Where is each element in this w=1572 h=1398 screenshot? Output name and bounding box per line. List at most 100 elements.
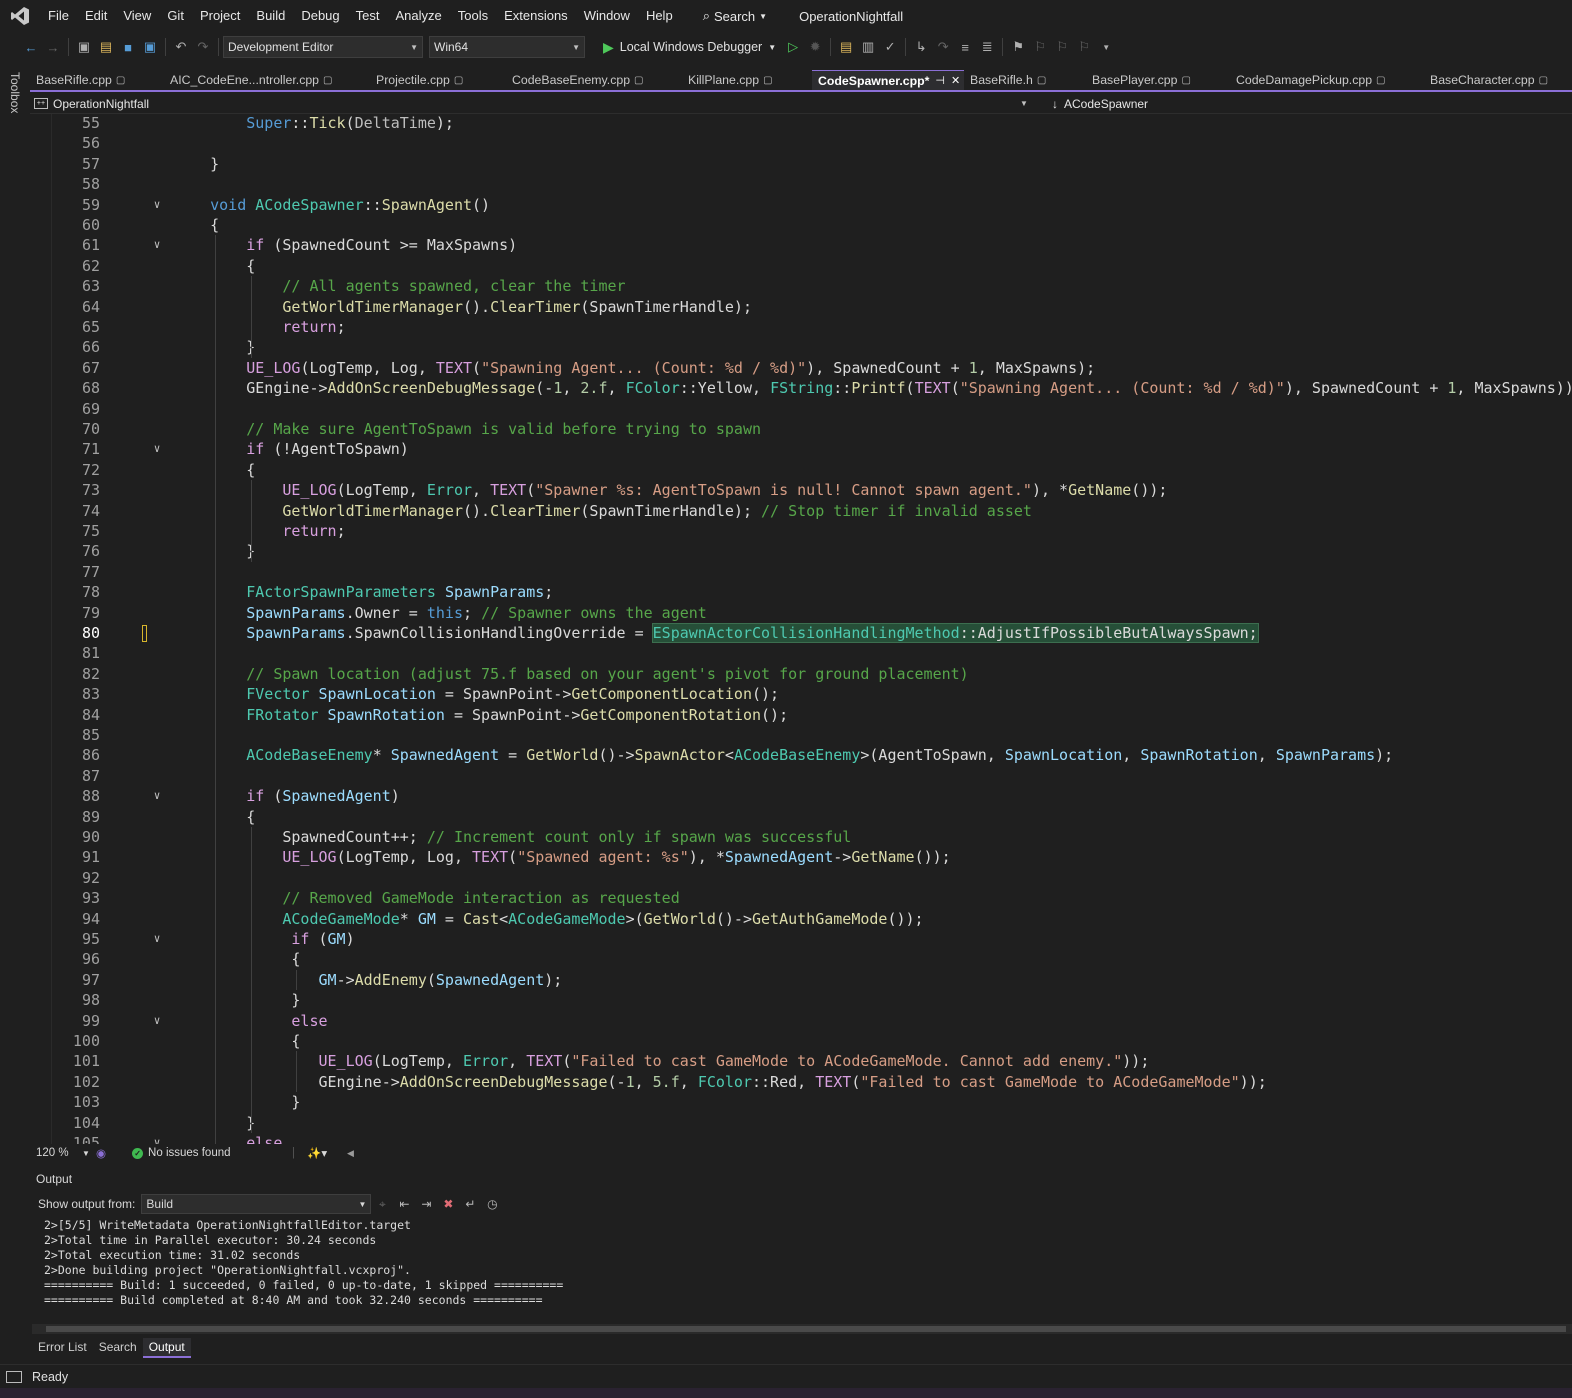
collapse-icon[interactable]: ∨ bbox=[150, 1011, 164, 1031]
code-line[interactable]: 87 bbox=[32, 766, 1572, 786]
menu-edit[interactable]: Edit bbox=[77, 0, 115, 32]
code-line[interactable]: 71 ∨ if (!AgentToSpawn) bbox=[32, 439, 1572, 459]
save-icon[interactable]: ■ bbox=[117, 36, 139, 58]
notification-icon[interactable] bbox=[6, 1370, 22, 1383]
outdent-icon[interactable]: ≣ bbox=[976, 36, 998, 58]
undo-icon[interactable]: ↶ bbox=[170, 36, 192, 58]
issues-indicator[interactable]: ✓ No issues found bbox=[132, 1147, 292, 1159]
code-line[interactable]: 66 } bbox=[32, 337, 1572, 357]
code-line[interactable]: 59 ∨ void ACodeSpawner::SpawnAgent() bbox=[32, 195, 1572, 215]
configuration-select[interactable]: Development Editor ▼ bbox=[223, 36, 423, 58]
code-line[interactable]: 77 bbox=[32, 562, 1572, 582]
code-line[interactable]: 93 // Removed GameMode interaction as re… bbox=[32, 888, 1572, 908]
step-into-icon[interactable]: ↳ bbox=[910, 36, 932, 58]
code-line[interactable]: 56 bbox=[32, 133, 1572, 153]
menu-project[interactable]: Project bbox=[192, 0, 248, 32]
code-line[interactable]: 90 SpawnedCount++; // Increment count on… bbox=[32, 827, 1572, 847]
document-tab[interactable]: CodeSpawner.cpp* ⊣ ✕ bbox=[812, 70, 964, 90]
find-message-icon[interactable]: ⌖ bbox=[371, 1197, 393, 1212]
document-tab[interactable]: AIC_CodeEne...ntroller.cpp ▢ bbox=[164, 70, 370, 90]
chevron-down-icon[interactable]: ▼ bbox=[1020, 99, 1046, 108]
code-line[interactable]: 104 } bbox=[32, 1113, 1572, 1133]
start-debugging-button[interactable]: ▶ Local Windows Debugger ▼ bbox=[603, 39, 776, 56]
platform-select[interactable]: Win64 ▼ bbox=[429, 36, 585, 58]
code-line[interactable]: 75 return; bbox=[32, 521, 1572, 541]
previous-message-icon[interactable]: ⇤ bbox=[393, 1197, 415, 1211]
search-box[interactable]: ⌕ Search ▼ bbox=[695, 8, 775, 24]
code-line[interactable]: 89 { bbox=[32, 807, 1572, 827]
scrollbar-thumb[interactable] bbox=[46, 1326, 1566, 1332]
code-line[interactable]: 101 UE_LOG(LogTemp, Error, TEXT("Failed … bbox=[32, 1051, 1572, 1071]
navigate-forward-icon[interactable]: → bbox=[42, 36, 64, 58]
navigate-back-icon[interactable]: ← bbox=[20, 36, 42, 58]
close-icon[interactable]: ✕ bbox=[951, 74, 960, 87]
code-line[interactable]: 96 { bbox=[32, 949, 1572, 969]
collapse-icon[interactable]: ∨ bbox=[150, 929, 164, 949]
code-line[interactable]: 55 Super::Tick(DeltaTime); bbox=[32, 114, 1572, 133]
menu-tools[interactable]: Tools bbox=[450, 0, 496, 32]
save-all-icon[interactable]: ▣ bbox=[139, 36, 161, 58]
document-tab[interactable]: BaseCharacter.cpp ▢ bbox=[1424, 70, 1572, 90]
next-bookmark-icon[interactable]: ⚐ bbox=[1051, 36, 1073, 58]
code-line[interactable]: 92 bbox=[32, 868, 1572, 888]
hot-reload-icon[interactable]: ✹ bbox=[804, 36, 826, 58]
menu-extensions[interactable]: Extensions bbox=[496, 0, 576, 32]
start-without-debugging-icon[interactable]: ▷ bbox=[782, 36, 804, 58]
pin-icon[interactable]: ⊣ bbox=[935, 74, 945, 87]
code-line[interactable]: 62 { bbox=[32, 256, 1572, 276]
code-line[interactable]: 69 bbox=[32, 399, 1572, 419]
layout-icon[interactable]: ▥ bbox=[857, 36, 879, 58]
tool-tab-search[interactable]: Search bbox=[93, 1338, 143, 1358]
menu-view[interactable]: View bbox=[115, 0, 159, 32]
tool-tab-error-list[interactable]: Error List bbox=[32, 1338, 93, 1358]
member-dropdown[interactable]: ↓ ACodeSpawner bbox=[1046, 97, 1148, 111]
code-line[interactable]: 86 ACodeBaseEnemy* SpawnedAgent = GetWor… bbox=[32, 745, 1572, 765]
tool-tab-output[interactable]: Output bbox=[142, 1338, 191, 1358]
step-over-icon[interactable]: ↷ bbox=[932, 36, 954, 58]
code-line[interactable]: 88 ∨ if (SpawnedAgent) bbox=[32, 786, 1572, 806]
code-editor[interactable]: 55 Super::Tick(DeltaTime); 56 57 } 58 59 ∨ vo… bbox=[32, 114, 1572, 1144]
collapse-icon[interactable]: ∨ bbox=[150, 235, 164, 255]
code-line[interactable]: 105 ∨ else bbox=[32, 1133, 1572, 1144]
code-line[interactable]: 65 return; bbox=[32, 317, 1572, 337]
next-message-icon[interactable]: ⇥ bbox=[415, 1197, 437, 1211]
document-tab[interactable]: CodeBaseEnemy.cpp ▢ bbox=[506, 70, 682, 90]
code-line[interactable]: 60 { bbox=[32, 215, 1572, 235]
collapse-icon[interactable]: ∨ bbox=[150, 786, 164, 806]
open-folder-icon[interactable]: ▤ bbox=[95, 36, 117, 58]
code-line[interactable]: 76 } bbox=[32, 541, 1572, 561]
indent-icon[interactable]: ≡ bbox=[954, 36, 976, 58]
menu-git[interactable]: Git bbox=[159, 0, 192, 32]
menu-window[interactable]: Window bbox=[576, 0, 638, 32]
spell-check-icon[interactable]: ✓ bbox=[879, 36, 901, 58]
toolbox-tab[interactable]: Toolbox bbox=[8, 72, 22, 113]
code-line[interactable]: 74 GetWorldTimerManager().ClearTimer(Spa… bbox=[32, 501, 1572, 521]
code-cleanup-icon[interactable]: ✨▾ bbox=[307, 1146, 347, 1160]
output-text[interactable]: 2>[5/5] WriteMetadata OperationNightfall… bbox=[44, 1218, 563, 1308]
code-line[interactable]: 57 } bbox=[32, 154, 1572, 174]
solution-explorer-icon[interactable]: ▤ bbox=[835, 36, 857, 58]
menu-file[interactable]: File bbox=[40, 0, 77, 32]
code-line[interactable]: 84 FRotator SpawnRotation = SpawnPoint->… bbox=[32, 705, 1572, 725]
document-tab[interactable]: Projectile.cpp ▢ bbox=[370, 70, 506, 90]
code-line[interactable]: 82 // Spawn location (adjust 75.f based … bbox=[32, 664, 1572, 684]
code-line[interactable]: 72 { bbox=[32, 460, 1572, 480]
project-dropdown[interactable]: ++ OperationNightfall bbox=[30, 97, 1020, 111]
output-horizontal-scrollbar[interactable] bbox=[32, 1324, 1572, 1334]
code-line[interactable]: 67 UE_LOG(LogTemp, Log, TEXT("Spawning A… bbox=[32, 358, 1572, 378]
code-line[interactable]: 95 ∨ if (GM) bbox=[32, 929, 1572, 949]
document-tab[interactable]: KillPlane.cpp ▢ bbox=[682, 70, 812, 90]
code-line[interactable]: 61 ∨ if (SpawnedCount >= MaxSpawns) bbox=[32, 235, 1572, 255]
code-line[interactable]: 64 GetWorldTimerManager().ClearTimer(Spa… bbox=[32, 297, 1572, 317]
menu-debug[interactable]: Debug bbox=[293, 0, 347, 32]
output-source-select[interactable]: Build ▼ bbox=[141, 1194, 372, 1214]
chevron-down-icon[interactable]: ▼ bbox=[82, 1149, 96, 1158]
scroll-left-icon[interactable]: ◀ bbox=[347, 1148, 354, 1159]
code-line[interactable]: 68 GEngine->AddOnScreenDebugMessage(-1, … bbox=[32, 378, 1572, 398]
document-tab[interactable]: BaseRifle.h ▢ bbox=[964, 70, 1086, 90]
collapse-icon[interactable]: ∨ bbox=[150, 1133, 164, 1144]
code-line[interactable]: 80 SpawnParams.SpawnCollisionHandlingOve… bbox=[32, 623, 1572, 643]
zoom-level[interactable]: 120 % bbox=[32, 1147, 82, 1159]
toolbar-overflow-icon[interactable]: ▼ bbox=[1095, 36, 1117, 58]
code-line[interactable]: 94 ACodeGameMode* GM = Cast<ACodeGameMod… bbox=[32, 909, 1572, 929]
